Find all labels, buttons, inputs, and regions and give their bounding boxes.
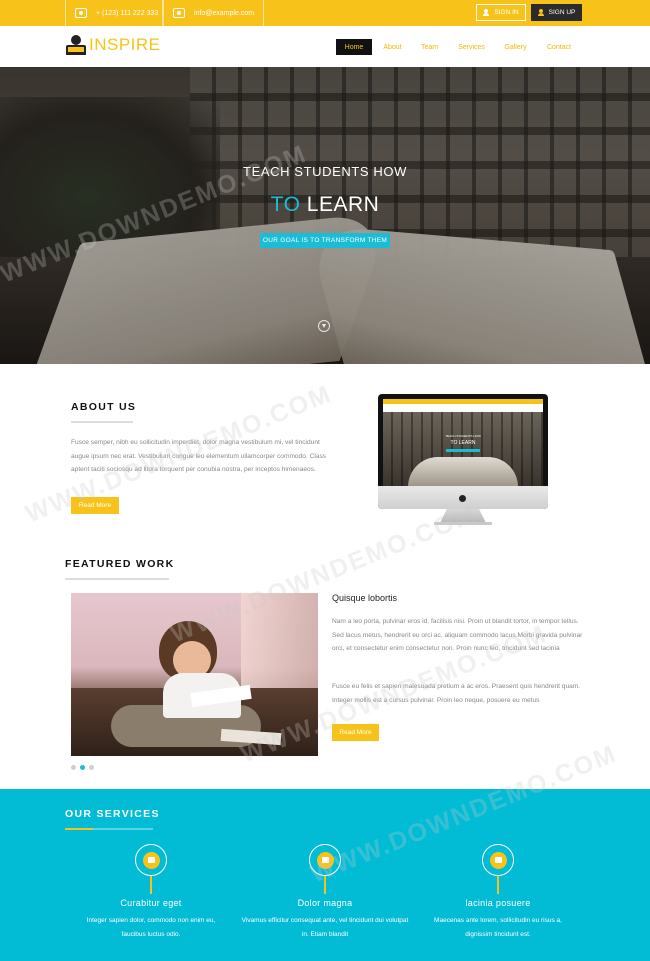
phone-icon (75, 8, 87, 18)
main-navbar: INSPIRE Home About Team Services Gallery… (0, 26, 650, 67)
service-title: Curabitur eget (120, 898, 182, 908)
service-title: Dolor magna (297, 898, 353, 908)
user-icon (483, 9, 490, 16)
hero-heading-accent: TO (270, 193, 301, 216)
student-logo-icon (65, 34, 87, 56)
slider-dot-2[interactable] (80, 765, 85, 770)
hero-heading-rest: LEARN (306, 193, 380, 216)
nav-menu: Home About Team Services Gallery Contact (336, 39, 584, 55)
site-logo[interactable]: INSPIRE (65, 34, 161, 56)
about-read-more-button[interactable]: Read More (71, 497, 119, 514)
sign-in-button[interactable]: SIGN IN (476, 4, 526, 21)
services-section: OUR SERVICES Curabitur eget Integer sapi… (0, 789, 650, 961)
nav-item-contact[interactable]: Contact (534, 39, 584, 55)
phone-number: + (123) 111 222 333 (96, 9, 159, 17)
scroll-down-icon[interactable] (318, 320, 330, 332)
hero-heading-line2: TO LEARN (0, 193, 650, 217)
graduation-cap-icon[interactable] (135, 844, 167, 876)
service-text: Integer sapien dolor, commodo non enim e… (86, 917, 216, 938)
featured-work-image[interactable] (71, 593, 318, 756)
slider-dot-3[interactable] (89, 765, 94, 770)
service-item: Curabitur eget Integer sapien dolor, com… (56, 844, 246, 941)
apple-logo-icon (459, 495, 466, 502)
about-heading-underline (71, 421, 133, 423)
service-text: Maecenas ante lorem, sollicitudin eu ris… (434, 917, 562, 938)
briefcase-icon[interactable] (309, 844, 341, 876)
sign-in-label: SIGN IN (494, 9, 519, 16)
mockup-heading-line1: TEACH STUDENTS HOW (445, 434, 481, 438)
service-text: Vivamus efficitur consequat ante, vel ti… (241, 917, 409, 938)
service-item: Dolor magna Vivamus efficitur consequat … (230, 844, 420, 941)
services-heading-underline (65, 828, 153, 830)
hero-banner: TEACH STUDENTS HOW TO LEARN OUR GOAL IS … (0, 67, 650, 364)
nav-item-home[interactable]: Home (336, 39, 372, 55)
envelope-icon (173, 8, 185, 18)
featured-heading-underline (65, 578, 169, 580)
email-contact[interactable]: info@example.com (163, 0, 264, 26)
sign-up-button[interactable]: SIGN UP (531, 4, 582, 21)
hero-tagline-badge: OUR GOAL IS TO TRANSFORM THEM (260, 233, 390, 248)
nav-item-about[interactable]: About (372, 39, 413, 55)
imac-mockup-image: TEACH STUDENTS HOW TO LEARN (378, 394, 548, 530)
services-heading: OUR SERVICES (65, 808, 160, 820)
service-item: lacinia posuere Maecenas ante lorem, sol… (403, 844, 593, 941)
nav-item-services[interactable]: Services (446, 39, 497, 55)
featured-heading: FEATURED WORK (65, 558, 175, 570)
slider-dot-1[interactable] (71, 765, 76, 770)
nav-item-gallery[interactable]: Gallery (497, 39, 534, 55)
featured-paragraph-2: Fusce eu felis et sapien malesuada preti… (332, 683, 581, 704)
phone-contact[interactable]: + (123) 111 222 333 (65, 0, 163, 26)
service-title: lacinia posuere (465, 898, 531, 908)
email-address: info@example.com (194, 9, 255, 17)
logo-text: INSPIRE (89, 35, 161, 54)
about-heading: ABOUT US (71, 401, 137, 413)
slider-dots (71, 765, 94, 770)
hero-heading-line1: TEACH STUDENTS HOW (243, 164, 407, 179)
mockup-heading-line2: TO LEARN (450, 440, 476, 446)
top-bar: + (123) 111 222 333 info@example.com SIG… (0, 0, 650, 26)
featured-paragraph-1: Nam a leo porta, pulvinar eros id, facil… (332, 618, 583, 653)
featured-title: Quisque lobortis (332, 593, 398, 603)
about-body: Fusce semper, nibh eu sollicitudin imper… (71, 439, 327, 474)
nav-item-team[interactable]: Team (413, 39, 446, 55)
featured-read-more-button[interactable]: Read More (332, 724, 379, 741)
user-icon (537, 9, 544, 16)
sign-up-label: SIGN UP (548, 9, 576, 16)
book-icon[interactable] (482, 844, 514, 876)
